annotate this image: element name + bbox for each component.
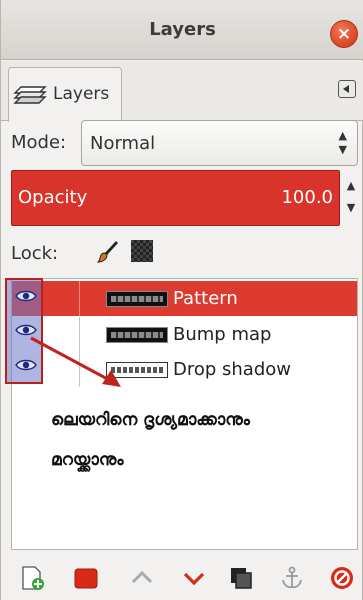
- layer-row-pattern[interactable]: Pattern: [12, 281, 357, 316]
- layer-thumbnail: [106, 362, 168, 378]
- opacity-label: Opacity: [18, 187, 88, 208]
- mode-value: Normal: [90, 133, 156, 154]
- layer-row-drop-shadow[interactable]: Drop shadow: [12, 352, 357, 387]
- eye-icon[interactable]: [15, 323, 37, 337]
- row-divider: [79, 317, 80, 352]
- close-icon: ×: [336, 24, 352, 44]
- mode-select[interactable]: Normal ▲ ▼: [81, 120, 358, 166]
- opacity-slider[interactable]: Opacity 100.0: [11, 170, 340, 226]
- opacity-value: 100.0: [281, 187, 333, 208]
- eye-icon[interactable]: [15, 289, 37, 303]
- title-bar[interactable]: Layers ×: [1, 0, 363, 60]
- opacity-spinner[interactable]: ▲ ▼: [342, 175, 360, 221]
- visibility-column: [5, 278, 43, 384]
- layers-dialog: Layers × Layers Mode: Normal ▲ ▼ Opacity …: [0, 0, 363, 600]
- up-down-arrows-icon: ▲ ▼: [338, 129, 347, 156]
- paintbrush-icon[interactable]: [97, 240, 119, 264]
- tab-layers[interactable]: Layers: [8, 67, 122, 122]
- layer-name: Bump map: [173, 324, 272, 345]
- layers-stack-icon: [13, 86, 47, 104]
- layer-row-bump-map[interactable]: Bump map: [12, 317, 357, 352]
- new-layer-group-icon[interactable]: [73, 565, 99, 591]
- lock-label: Lock:: [11, 243, 59, 264]
- alpha-checkerboard-icon[interactable]: [131, 240, 153, 262]
- row-divider: [79, 352, 80, 387]
- layer-name: Drop shadow: [173, 359, 292, 380]
- raise-layer-icon[interactable]: [129, 565, 155, 591]
- close-button[interactable]: ×: [330, 20, 358, 48]
- mode-label: Mode:: [11, 132, 67, 153]
- row-divider: [79, 281, 80, 316]
- tab-label: Layers: [53, 84, 110, 104]
- window-title: Layers: [149, 19, 216, 40]
- layer-toolbar: [1, 555, 363, 600]
- dock-tab-strip: Layers: [1, 61, 363, 122]
- layer-name: Pattern: [173, 288, 238, 309]
- anchor-layer-icon[interactable]: [279, 565, 305, 591]
- duplicate-layer-icon[interactable]: [228, 565, 254, 591]
- lower-layer-icon[interactable]: [181, 565, 207, 591]
- layer-thumbnail: [106, 327, 168, 343]
- annotation-text-line1: ലെയറിനെ ദൃശ്യമാക്കാനും: [51, 410, 250, 430]
- delete-layer-icon[interactable]: [329, 565, 355, 591]
- eye-icon[interactable]: [15, 358, 37, 372]
- tab-menu-icon[interactable]: [338, 80, 356, 98]
- layer-thumbnail: [106, 291, 168, 307]
- new-layer-icon[interactable]: [19, 565, 45, 591]
- annotation-text-line2: മറയ്ക്കാനും: [51, 450, 124, 470]
